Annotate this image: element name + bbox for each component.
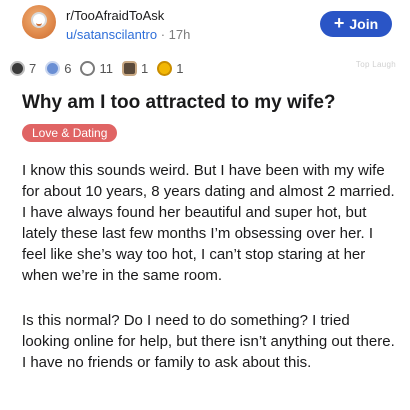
award-count: 7 [29, 60, 37, 76]
plus-icon: + [333, 13, 345, 33]
award-icon [10, 60, 25, 76]
award-icon [45, 60, 61, 76]
subreddit-name[interactable]: r/TooAfraidToAsk [66, 8, 164, 23]
post-flair[interactable]: Love & Dating [22, 124, 118, 142]
post-title[interactable]: Why am I too attracted to my wife? [22, 92, 336, 114]
award-item: 1 [157, 60, 184, 76]
post-body-paragraph: Is this normal? Do I need to do somethin… [22, 312, 395, 371]
award-count: 6 [64, 60, 72, 76]
award-item: 11 [80, 60, 113, 76]
post-header: r/TooAfraidToAsk u/satanscilantro · 17h … [22, 5, 392, 45]
award-item: 7 [10, 60, 37, 76]
join-button[interactable]: + Join [320, 11, 392, 37]
gold-award-icon [157, 60, 173, 76]
award-count: 11 [99, 60, 113, 76]
post-body-paragraph: I know this sounds weird. But I have bee… [22, 162, 395, 284]
post-age: 17h [168, 27, 191, 42]
subreddit-avatar-icon[interactable] [22, 5, 56, 39]
award-count: 1 [176, 60, 184, 76]
award-count: 1 [140, 60, 149, 76]
author-username[interactable]: u/satanscilantro [66, 27, 157, 42]
award-icon [121, 60, 137, 76]
award-item: 1 [121, 60, 149, 76]
meta-separator: · [160, 27, 166, 42]
award-item: 6 [45, 60, 72, 76]
reddit-post: r/TooAfraidToAsk u/satanscilantro · 17h … [0, 0, 410, 410]
awards-row[interactable]: 7 6 11 1 1 [10, 58, 192, 78]
watermark: Top Laugh [355, 60, 396, 69]
award-icon [80, 60, 96, 76]
post-meta: u/satanscilantro · 17h [66, 27, 190, 42]
join-button-label: Join [349, 16, 379, 32]
